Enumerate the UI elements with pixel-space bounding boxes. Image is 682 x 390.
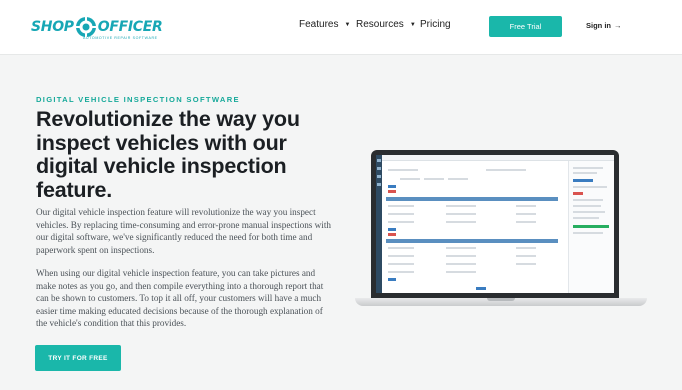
shop-officer-logo[interactable]: SHOP OFFICER AUTOMOTIVE REPAIR SOFTWARE <box>31 12 163 42</box>
hero-paragraph-1: Our digital vehicle inspection feature w… <box>36 207 332 255</box>
logo-text-left: SHOP <box>31 19 74 35</box>
hero-headline: Revolutionize the way you inspect vehicl… <box>36 107 300 202</box>
free-trial-button[interactable]: Free Trial <box>489 16 562 37</box>
sign-in-link[interactable]: Sign in → <box>586 21 622 30</box>
laptop-mockup-image <box>371 150 619 298</box>
nav-resources[interactable]: Resources ▼ <box>356 19 416 30</box>
laptop-notch <box>487 298 515 301</box>
wheel-logo-icon <box>75 17 96 37</box>
nav-resources-label: Resources <box>356 19 404 30</box>
try-it-for-free-button[interactable]: TRY IT FOR FREE <box>35 345 121 371</box>
caret-down-icon: ▼ <box>409 21 416 28</box>
inspection-app-screenshot <box>376 155 614 293</box>
arrow-right-icon: → <box>614 21 622 30</box>
caret-down-icon: ▼ <box>344 21 351 28</box>
nav-features-label: Features <box>299 19 339 30</box>
hero-eyebrow: DIGITAL VEHICLE INSPECTION SOFTWARE <box>36 95 240 104</box>
site-header: SHOP OFFICER AUTOMOTIVE REPAIR SOFTWARE … <box>0 0 682 55</box>
sign-in-label: Sign in <box>586 21 611 30</box>
nav-pricing[interactable]: Pricing <box>420 19 451 30</box>
nav-features[interactable]: Features ▼ <box>299 19 350 30</box>
nav-pricing-label: Pricing <box>420 19 451 30</box>
logo-tagline: AUTOMOTIVE REPAIR SOFTWARE <box>83 36 158 40</box>
logo-text-right: OFFICER <box>97 19 163 35</box>
hero-paragraph-2: When using our digital vehicle inspectio… <box>36 268 324 328</box>
